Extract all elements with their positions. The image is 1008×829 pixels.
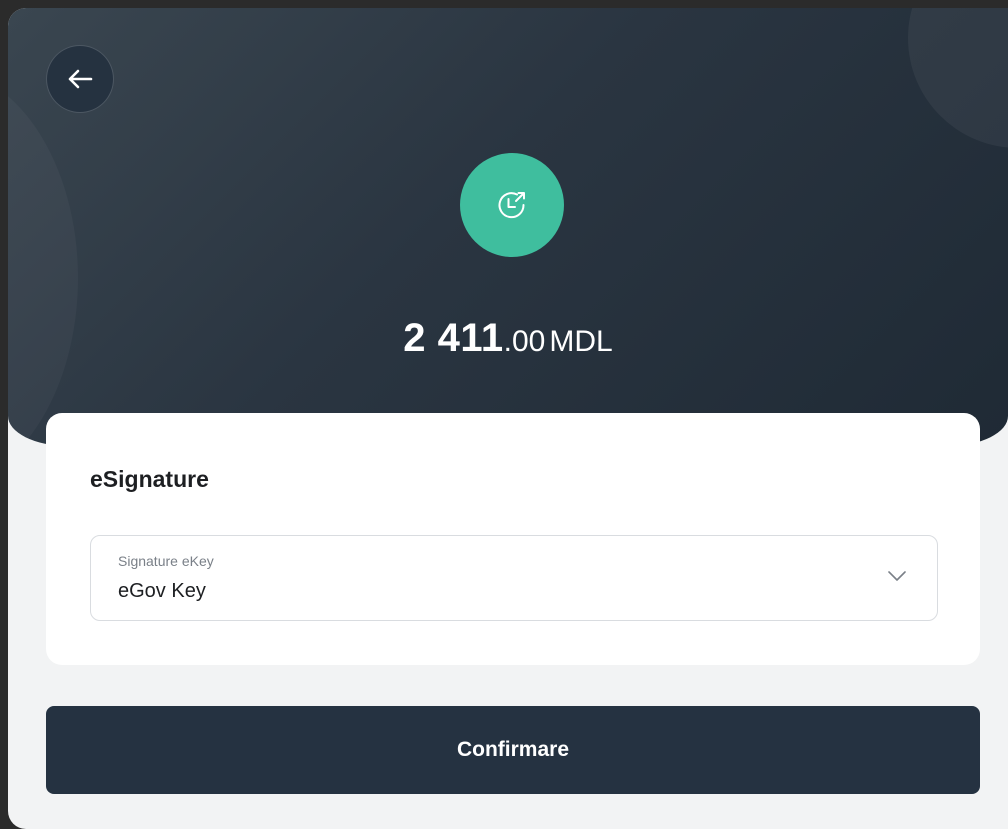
select-label: Signature eKey: [118, 553, 214, 569]
background-decoration: [8, 68, 78, 446]
back-button[interactable]: [46, 45, 114, 113]
payment-confirmation-screen: 2 411.00 MDL eSignature Signature eKey eG…: [8, 8, 1008, 829]
card-title: eSignature: [90, 466, 209, 492]
background-decoration: [908, 8, 1008, 148]
esignature-card: eSignature Signature eKey eGov Key: [46, 413, 980, 665]
signature-key-select[interactable]: Signature eKey eGov Key: [90, 535, 938, 621]
select-value: eGov Key: [118, 580, 206, 602]
confirm-button[interactable]: Confirmare: [46, 706, 980, 794]
arrow-left-icon: [68, 69, 93, 89]
amount-integer: 2 411: [403, 316, 504, 360]
clock-outgoing-icon: [498, 192, 525, 219]
status-icon-badge: [460, 153, 564, 257]
amount-decimal: .00: [503, 325, 546, 358]
payment-amount: 2 411.00 MDL: [8, 316, 1008, 361]
chevron-down-icon: [888, 571, 906, 581]
amount-currency: MDL: [549, 325, 613, 358]
hero-header: 2 411.00 MDL: [8, 8, 1008, 446]
